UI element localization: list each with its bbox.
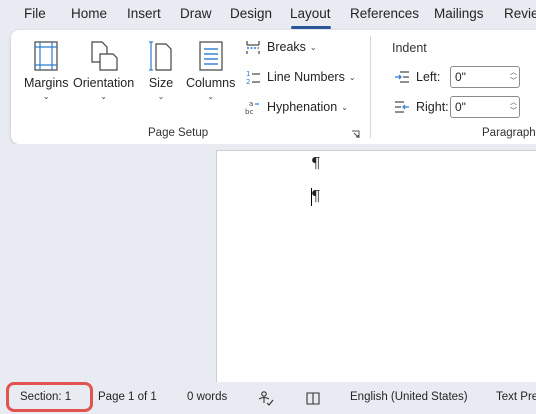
indent-right-icon [395,101,409,113]
size-label: Size [148,76,174,90]
paragraph-group-label: Paragraph [482,127,536,139]
columns-icon [199,41,223,71]
orientation-icon [90,41,118,71]
tab-file[interactable]: File [24,6,46,21]
margins-label: Margins [24,76,69,90]
size-button[interactable]: Size ⌄ [148,40,174,101]
size-icon [149,41,172,71]
tab-home[interactable]: Home [71,6,107,21]
indent-right-stepper[interactable]: ︿ ﹀ [510,98,517,116]
chevron-up-icon[interactable]: ︿ [510,68,517,77]
chevron-down-icon[interactable]: ﹀ [510,107,517,116]
indent-label: Indent [392,41,427,55]
columns-label: Columns [186,76,236,90]
breaks-icon [246,41,260,54]
chevron-down-icon: ⌄ [100,92,107,101]
hyphenation-icon: a bc [245,100,259,115]
hyphenation-button[interactable]: a bc Hyphenation ⌄ [245,99,348,115]
dialog-launcher-icon[interactable] [351,130,360,139]
tab-draw[interactable]: Draw [180,6,212,21]
chevron-down-icon: ⌄ [309,42,317,52]
line-numbers-label: Line Numbers [267,70,345,84]
tab-layout[interactable]: Layout [290,6,331,21]
line-numbers-icon: 1 2 [246,70,260,85]
svg-text:1: 1 [246,70,250,78]
chevron-down-icon[interactable]: ﹀ [510,77,517,86]
chevron-up-icon[interactable]: ︿ [510,98,517,107]
indent-right-value: 0" [455,100,466,114]
text-cursor [311,188,312,206]
page-setup-group-label: Page Setup [148,127,209,139]
indent-left-stepper[interactable]: ︿ ﹀ [510,68,517,86]
indent-right-label-wrap: Right: [394,100,449,114]
svg-text:a: a [249,100,253,108]
indent-left-label: Left: [416,70,441,84]
menu-bar: File Home Insert Draw Design Layout Refe… [0,0,536,30]
hyphenation-label: Hyphenation [267,100,338,114]
paragraph-mark: ¶ [311,187,321,205]
group-divider [370,36,371,138]
svg-text:bc: bc [245,108,253,115]
indent-left-field[interactable]: 0" ︿ ﹀ [450,66,520,88]
breaks-button[interactable]: Breaks ⌄ [245,39,317,55]
tab-insert[interactable]: Insert [127,6,161,21]
status-page[interactable]: Page 1 of 1 [98,391,157,403]
tab-mailings[interactable]: Mailings [434,6,484,21]
chevron-down-icon: ⌄ [348,72,356,82]
paragraph-mark: ¶ [311,154,321,172]
orientation-label: Orientation [73,76,135,90]
accessibility-icon[interactable] [258,390,274,406]
status-language[interactable]: English (United States) [350,391,468,403]
focus-mode-icon[interactable] [305,390,321,406]
line-numbers-button[interactable]: 1 2 Line Numbers ⌄ [245,69,356,85]
status-word-count[interactable]: 0 words [187,391,227,403]
chevron-down-icon: ⌄ [341,102,348,112]
indent-right-field[interactable]: 0" ︿ ﹀ [450,96,520,118]
indent-left-value: 0" [455,70,466,84]
chevron-down-icon: ⌄ [42,92,50,101]
chevron-down-icon: ⌄ [207,92,215,101]
document-page[interactable] [216,150,536,382]
indent-left-icon [395,71,409,83]
svg-text:2: 2 [246,78,250,85]
breaks-label: Breaks [267,40,306,54]
tab-design[interactable]: Design [230,6,272,21]
indent-left-label-wrap: Left: [394,70,440,84]
status-text-predictions[interactable]: Text Pred [496,391,536,403]
tab-references[interactable]: References [350,6,419,21]
orientation-button[interactable]: Orientation ⌄ [73,40,134,101]
tab-review[interactable]: Revie [504,6,536,21]
chevron-down-icon: ⌄ [157,92,165,101]
active-tab-indicator [291,26,331,29]
section-highlight-callout [6,382,93,412]
margins-button[interactable]: Margins ⌄ [24,40,68,101]
indent-right-label: Right: [416,100,449,114]
margins-icon [34,41,58,71]
columns-button[interactable]: Columns ⌄ [186,40,235,101]
